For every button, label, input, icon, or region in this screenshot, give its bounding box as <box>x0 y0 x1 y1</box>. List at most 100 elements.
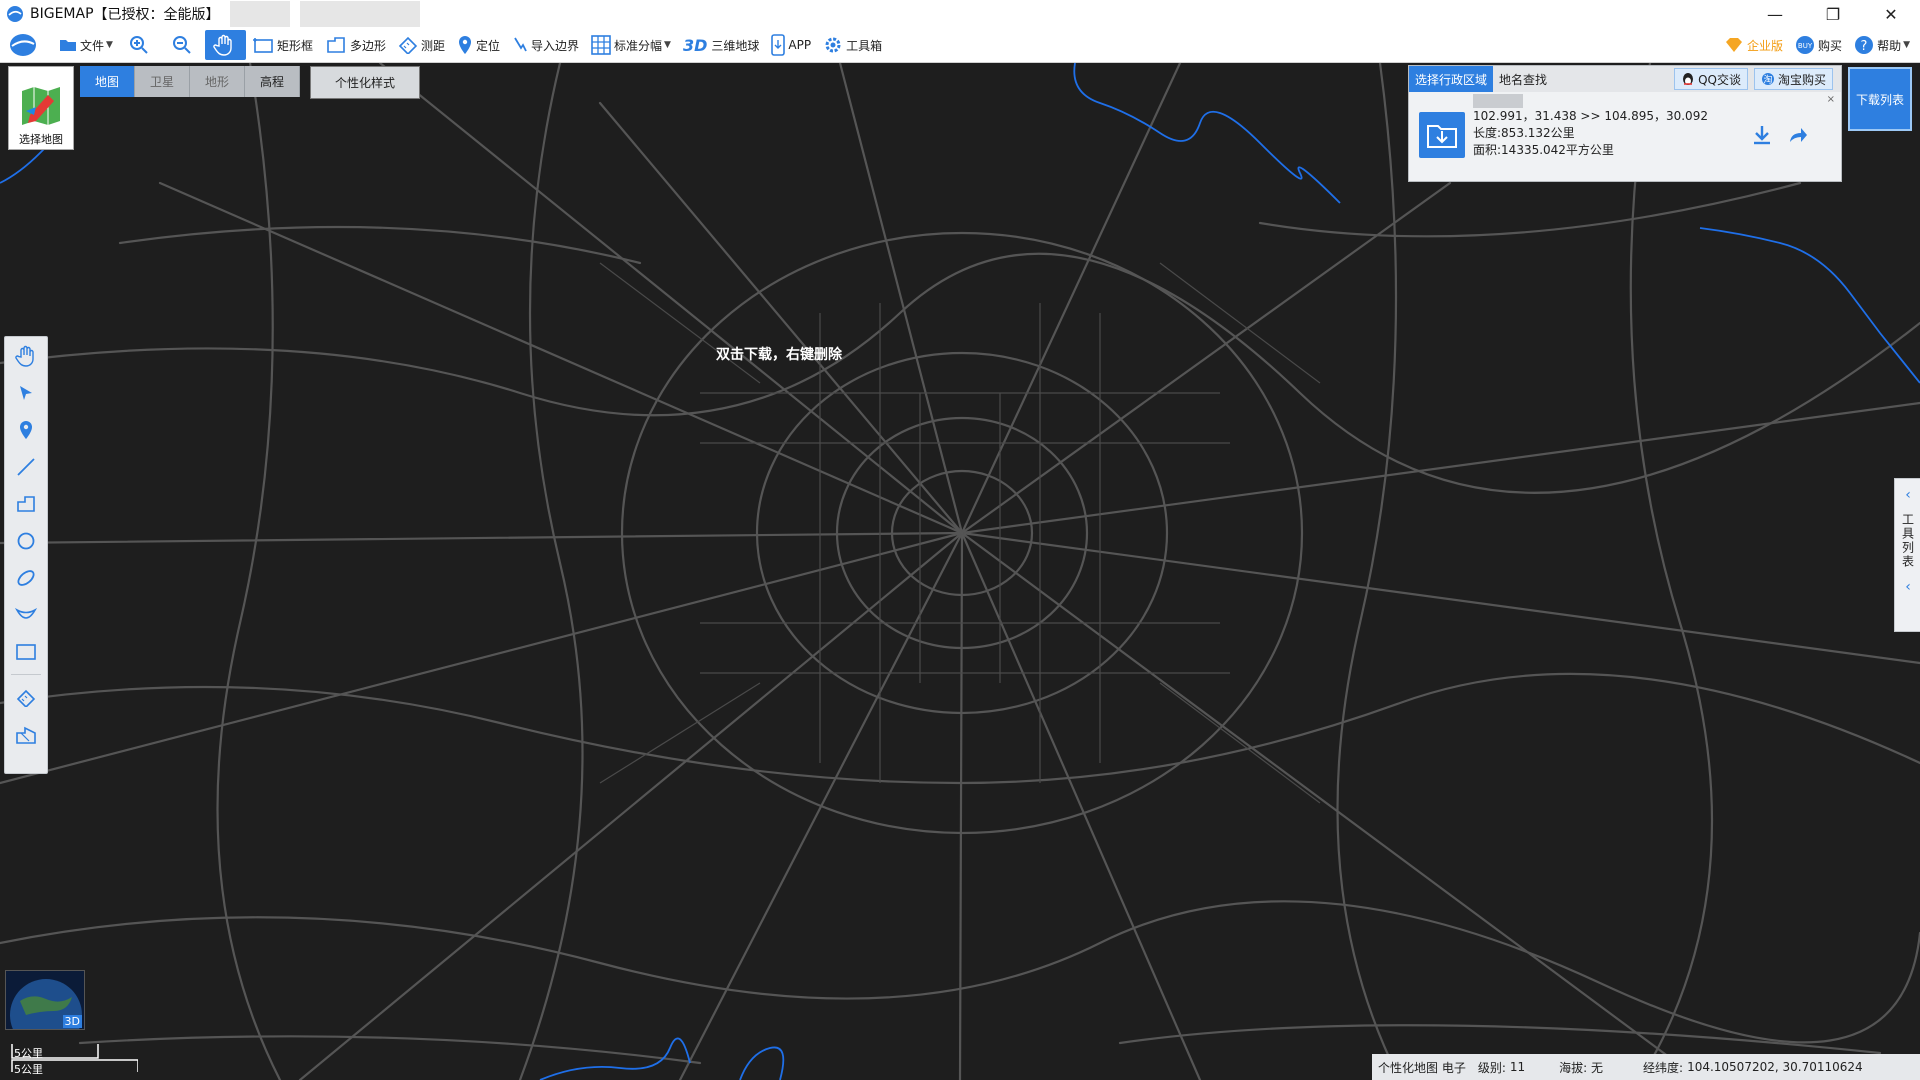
rect-select-button[interactable]: 矩形框 <box>246 30 319 60</box>
taobao-buy-button[interactable]: 淘 淘宝购买 <box>1753 68 1833 90</box>
zoom-out-icon <box>172 36 191 54</box>
app-button[interactable]: APP <box>765 30 817 60</box>
tab-satellite[interactable]: 卫星 <box>135 66 190 97</box>
globe-3d-thumbnail[interactable]: 3D <box>5 970 85 1051</box>
toolbox-button[interactable]: 工具箱 <box>817 30 888 60</box>
region-panel: 选择行政区域 地名查找 QQ交谈 淘 淘宝购买 102.991，31.438 >… <box>1408 65 1842 182</box>
chevron-left-icon[interactable]: ‹ <box>1905 579 1911 595</box>
circle-tool[interactable] <box>5 522 47 559</box>
choose-map-button[interactable]: 选择地图 <box>8 66 74 150</box>
enterprise-label: 企业版 <box>1747 38 1784 53</box>
minimize-button[interactable]: — <box>1746 0 1804 28</box>
area-measure-tool[interactable] <box>5 716 47 753</box>
sector-icon <box>15 607 37 619</box>
chevron-down-icon: ▼ <box>1903 40 1910 50</box>
tab-terrain[interactable]: 地形 <box>190 66 245 97</box>
diamond-icon <box>1726 38 1743 52</box>
region-length: 长度:853.132公里 <box>1473 126 1575 140</box>
map-hint-text: 双击下载，右键删除 <box>716 347 842 363</box>
pan-button[interactable] <box>204 30 246 60</box>
redacted-area <box>229 1 290 27</box>
locate-button[interactable]: 定位 <box>451 30 506 60</box>
toolbar-right: 企业版 BUY 购买 ? 帮助 ▼ <box>1718 28 1916 62</box>
share-arrow-icon <box>1790 128 1807 142</box>
tab-admin-region[interactable]: 选择行政区域 <box>1409 66 1494 92</box>
zoom-in-button[interactable] <box>119 30 162 60</box>
rect-select-label: 矩形框 <box>276 38 313 53</box>
logo-button[interactable] <box>0 30 53 60</box>
file-menu-label: 文件 <box>80 38 105 53</box>
svg-text:淘: 淘 <box>1763 74 1772 86</box>
chevron-left-icon[interactable]: ‹ <box>1905 487 1911 503</box>
tab-place-search[interactable]: 地名查找 <box>1493 66 1553 92</box>
taobao-icon: 淘 <box>1761 73 1774 86</box>
redacted-area <box>299 1 420 27</box>
enterprise-button[interactable]: 企业版 <box>1718 30 1789 60</box>
window-controls: — ❐ ✕ <box>1746 0 1920 28</box>
qq-chat-button[interactable]: QQ交谈 <box>1674 68 1748 90</box>
hand-icon <box>213 34 232 56</box>
tool-list-label: 工具列表 <box>1900 513 1915 569</box>
map-pin-icon <box>458 36 471 54</box>
measure-button[interactable]: 测距 <box>392 30 451 60</box>
hand-icon <box>15 345 34 367</box>
sector-tool[interactable] <box>5 596 47 633</box>
import-boundary-label: 导入边界 <box>531 38 580 53</box>
3d-icon: 3D <box>682 35 708 55</box>
rectangle-tool[interactable] <box>5 633 47 670</box>
qq-penguin-icon <box>1683 73 1694 85</box>
line-tool[interactable] <box>5 448 47 485</box>
polygon-tool[interactable] <box>5 485 47 522</box>
zoom-in-icon <box>129 36 148 54</box>
ellipse-tool[interactable] <box>5 559 47 596</box>
status-level: 11 <box>1509 1060 1526 1074</box>
title-bar: BIGEMAP 【已授权：全能版】 — ❐ ✕ <box>0 0 1920 28</box>
bigemap-globe-icon <box>10 34 36 56</box>
svg-text:BUY: BUY <box>1798 42 1813 50</box>
region-close-button[interactable]: × <box>1827 94 1835 105</box>
measure-tool[interactable] <box>5 679 47 716</box>
draw-toolbar <box>4 336 48 774</box>
region-info-text: 102.991，31.438 >> 104.895，30.092 长度:853.… <box>1473 108 1708 159</box>
road-network <box>0 63 1920 1080</box>
gear-icon <box>825 37 841 53</box>
custom-style-button[interactable]: 个性化样式 <box>310 66 420 99</box>
choose-map-label: 选择地图 <box>19 133 63 146</box>
region-download-folder-icon[interactable] <box>1419 112 1465 158</box>
globe-button[interactable]: 3D 三维地球 <box>677 30 765 60</box>
file-menu[interactable]: 文件 ▼ <box>53 30 119 60</box>
download-list-button[interactable]: 下载列表 <box>1848 67 1912 131</box>
region-share-button[interactable] <box>1787 124 1809 149</box>
chevron-down-icon: ▼ <box>106 40 113 50</box>
close-button[interactable]: ✕ <box>1862 0 1920 28</box>
globe-label: 三维地球 <box>711 38 760 53</box>
measure-label: 测距 <box>420 38 445 53</box>
chevron-down-icon: ▼ <box>664 40 671 50</box>
tool-list-tab[interactable]: ‹ 工具列表 ‹ <box>1894 478 1920 632</box>
phone-icon <box>771 34 786 56</box>
restore-button[interactable]: ❐ <box>1804 0 1862 28</box>
pan-tool[interactable] <box>5 337 47 374</box>
status-lonlat-label: 经纬度: <box>1643 1060 1684 1075</box>
zoom-out-button[interactable] <box>162 30 205 60</box>
polygon-icon <box>327 37 345 53</box>
map-canvas[interactable] <box>0 63 1920 1080</box>
status-map-type: 个性化地图 电子 <box>1378 1060 1466 1075</box>
map-pencil-icon <box>22 87 60 125</box>
tab-map[interactable]: 地图 <box>80 66 135 97</box>
standard-sheet-menu[interactable]: 标准分幅 ▼ <box>585 30 677 60</box>
marker-tool[interactable] <box>5 411 47 448</box>
download-icon <box>1754 126 1770 145</box>
buy-button[interactable]: BUY 购买 <box>1789 30 1848 60</box>
scale-bar: 5公里 5公里 <box>8 1040 139 1076</box>
select-tool[interactable] <box>5 374 47 411</box>
ruler-icon <box>398 36 418 54</box>
app-title: BIGEMAP <box>30 6 94 22</box>
polygon-button[interactable]: 多边形 <box>319 30 392 60</box>
tab-elevation[interactable]: 高程 <box>245 66 300 97</box>
folder-icon <box>60 40 76 51</box>
help-menu[interactable]: ? 帮助 ▼ <box>1848 30 1916 60</box>
import-boundary-button[interactable]: 导入边界 <box>506 30 585 60</box>
ruler-icon <box>16 689 36 707</box>
region-download-button[interactable] <box>1751 124 1773 149</box>
